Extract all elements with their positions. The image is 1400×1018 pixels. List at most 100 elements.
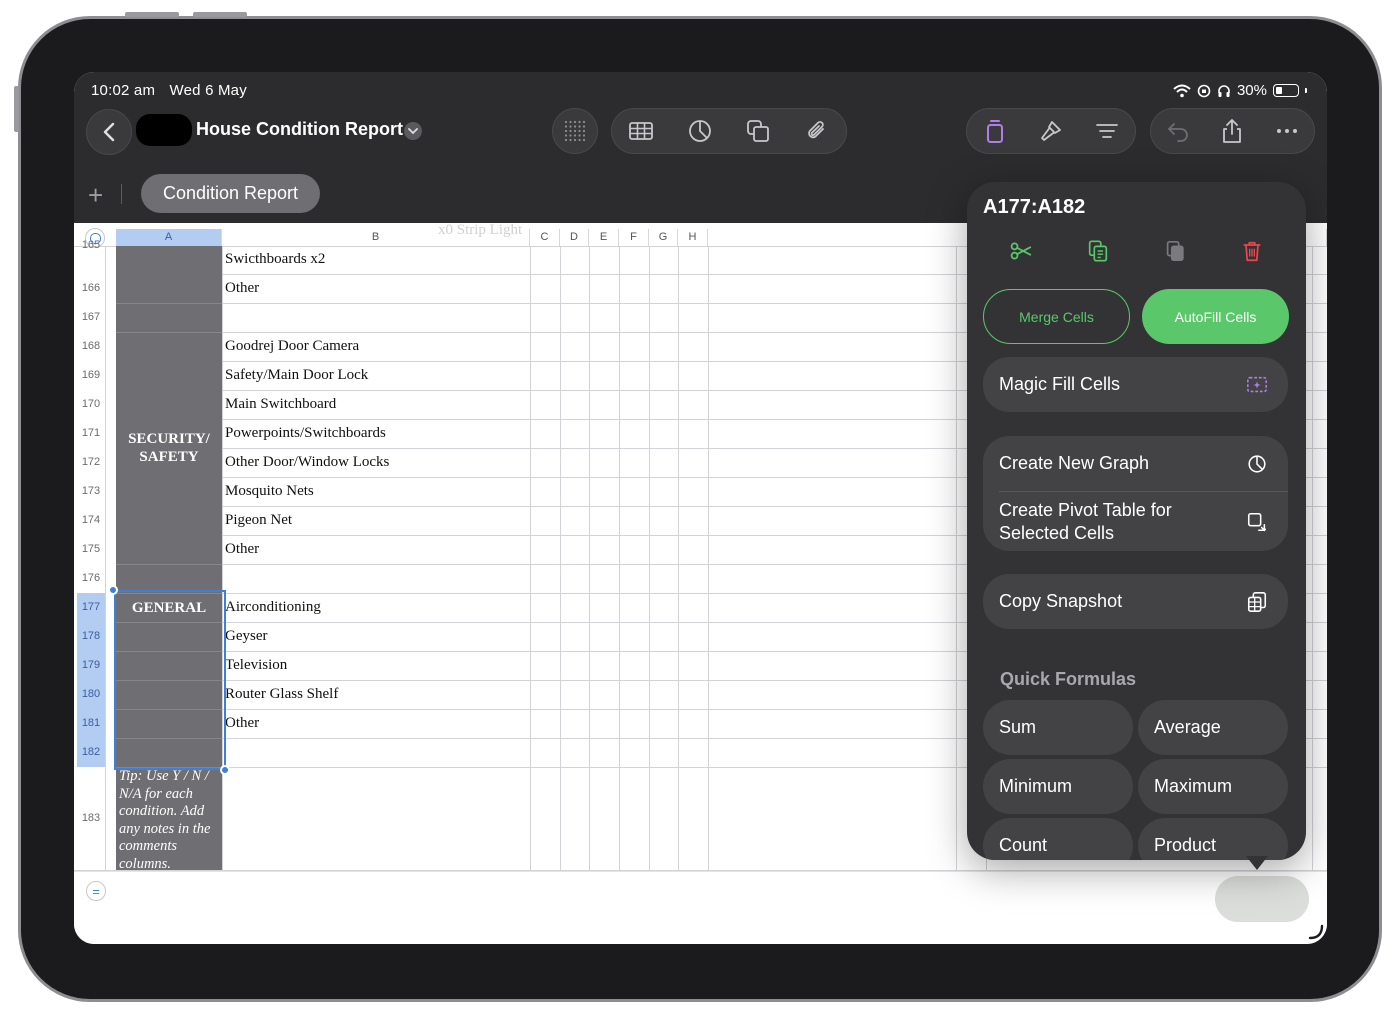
selection-handle-bottom[interactable] xyxy=(220,765,230,775)
sheet-tab-condition-report[interactable]: Condition Report xyxy=(141,174,320,213)
column-gridline xyxy=(708,246,709,871)
insert-toolbar xyxy=(611,108,847,154)
create-pivot-label: Create Pivot Table for Selected Cells xyxy=(999,499,1172,545)
row-header[interactable]: 171 xyxy=(77,419,105,448)
cell-b[interactable]: Other xyxy=(225,709,259,738)
status-date: Wed 6 May xyxy=(169,82,247,99)
add-sheet-button[interactable]: + xyxy=(88,182,103,208)
document-title[interactable]: House Condition Report xyxy=(196,119,403,140)
cell-selection[interactable] xyxy=(114,590,226,770)
autofill-cells-button[interactable]: AutoFill Cells xyxy=(1142,289,1289,344)
row-header[interactable]: 177 xyxy=(77,593,105,622)
document-thumbnail[interactable] xyxy=(136,114,192,146)
share-icon[interactable] xyxy=(1217,116,1247,146)
row-header[interactable]: 181 xyxy=(77,709,105,738)
cell-b[interactable]: Other xyxy=(225,535,259,564)
row-header[interactable]: 166 xyxy=(77,274,105,303)
cell-b[interactable]: Other Door/Window Locks xyxy=(225,448,389,477)
selection-handle-top[interactable] xyxy=(108,585,118,595)
magic-fill-label: Magic Fill Cells xyxy=(999,374,1121,394)
column-header-h[interactable]: H xyxy=(678,229,708,246)
formula-minimum-button[interactable]: Minimum xyxy=(983,759,1133,814)
column-header-e[interactable]: E xyxy=(589,229,619,246)
column-header-a[interactable]: A xyxy=(116,229,222,246)
copy-snapshot-button[interactable]: Copy Snapshot xyxy=(983,574,1288,629)
more-icon[interactable] xyxy=(1272,116,1302,146)
column-header-d[interactable]: D xyxy=(560,229,589,246)
row-header[interactable]: 170 xyxy=(77,390,105,419)
row-header[interactable]: 180 xyxy=(77,680,105,709)
copy-icon[interactable] xyxy=(1083,236,1113,266)
cell-b[interactable]: Other xyxy=(225,274,259,303)
row-header[interactable]: 169 xyxy=(77,361,105,390)
formula-sum-button[interactable]: Sum xyxy=(983,700,1133,755)
scissors-icon[interactable] xyxy=(1006,236,1036,266)
column-header-g[interactable]: G xyxy=(649,229,678,246)
formula-average-button[interactable]: Average xyxy=(1138,700,1288,755)
cell-b[interactable]: Router Glass Shelf xyxy=(225,680,338,709)
quick-action-button[interactable] xyxy=(1215,876,1309,922)
formula-product-button[interactable]: Product xyxy=(1138,818,1288,860)
undo-icon[interactable] xyxy=(1163,116,1193,146)
cell-b[interactable]: Television xyxy=(225,651,287,680)
cell-b[interactable]: Pigeon Net xyxy=(225,506,292,535)
cell-b[interactable]: Mosquito Nets xyxy=(225,477,314,506)
row-header[interactable]: 174 xyxy=(77,506,105,535)
cell-b[interactable]: Geyser xyxy=(225,622,267,651)
battery-icon xyxy=(1273,84,1299,97)
grid-view-button[interactable] xyxy=(552,108,598,154)
title-menu-button[interactable] xyxy=(404,122,422,140)
formula-count-button[interactable]: Count xyxy=(983,818,1133,860)
paperclip-icon[interactable] xyxy=(802,116,832,146)
selected-range: A177:A182 xyxy=(983,196,1086,218)
column-gridline xyxy=(560,246,561,871)
row-header[interactable]: 173 xyxy=(77,477,105,506)
status-indicators: 30% xyxy=(1173,82,1307,99)
row-header[interactable]: 182 xyxy=(77,738,105,767)
row-header[interactable]: 165 xyxy=(77,231,105,260)
row-header[interactable]: 172 xyxy=(77,448,105,477)
trash-icon[interactable] xyxy=(1237,236,1267,266)
row-header[interactable]: 168 xyxy=(77,332,105,361)
paintbrush-icon[interactable] xyxy=(1036,116,1066,146)
column-gridline xyxy=(619,246,620,871)
create-pivot-label-line2: Selected Cells xyxy=(999,522,1115,543)
paste-icon[interactable] xyxy=(1160,236,1190,266)
format-toolbar xyxy=(966,108,1136,154)
chevron-left-icon xyxy=(103,122,115,142)
table-icon[interactable] xyxy=(626,116,656,146)
row-header[interactable]: 178 xyxy=(77,622,105,651)
magic-fill-button[interactable]: Magic Fill Cells xyxy=(983,357,1288,412)
column-gridline xyxy=(530,246,531,871)
back-button[interactable] xyxy=(86,109,132,155)
row-header[interactable]: 176 xyxy=(77,564,105,593)
formula-button[interactable]: = xyxy=(86,881,106,901)
organize-icon[interactable] xyxy=(1092,116,1122,146)
create-pivot-table-button[interactable]: Create Pivot Table for Selected Cells xyxy=(983,492,1288,551)
row-header[interactable]: 167 xyxy=(77,303,105,332)
column-header-b[interactable]: B xyxy=(222,229,530,246)
cell-b[interactable]: Powerpoints/Switchboards xyxy=(225,419,386,448)
headphones-icon xyxy=(1218,84,1230,97)
create-new-graph-button[interactable]: Create New Graph xyxy=(983,436,1288,491)
row-header[interactable]: 175 xyxy=(77,535,105,564)
row-header[interactable]: 179 xyxy=(77,651,105,680)
merge-cells-button[interactable]: Merge Cells xyxy=(983,289,1130,344)
cell-b[interactable]: Main Switchboard xyxy=(225,390,336,419)
column-header-f[interactable]: F xyxy=(619,229,649,246)
formula-maximum-button[interactable]: Maximum xyxy=(1138,759,1288,814)
lock-rotation-icon xyxy=(1197,84,1211,97)
row-header[interactable]: 183 xyxy=(77,767,105,870)
quick-formulas-heading: Quick Formulas xyxy=(1000,669,1137,689)
cell-b[interactable]: Airconditioning xyxy=(225,593,321,622)
status-time: 10:02 am xyxy=(91,82,156,99)
cell-b[interactable]: Swicthboards x2 xyxy=(225,245,325,274)
battery-tip xyxy=(1305,88,1307,93)
cell-b[interactable]: Safety/Main Door Lock xyxy=(225,361,368,390)
column-header-c[interactable]: C xyxy=(530,229,560,246)
format-icon[interactable] xyxy=(980,116,1010,146)
shape-icon[interactable] xyxy=(743,116,773,146)
chart-icon[interactable] xyxy=(685,116,715,146)
cell-b[interactable]: Goodrej Door Camera xyxy=(225,332,359,361)
column-gridline xyxy=(678,246,679,871)
